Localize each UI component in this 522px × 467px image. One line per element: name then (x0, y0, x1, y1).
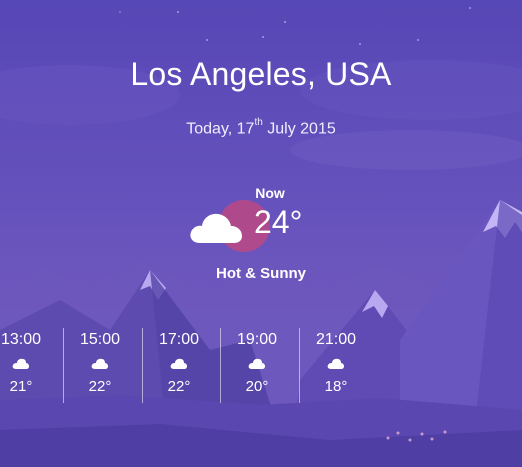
date-prefix: Today, 17 (186, 120, 255, 138)
hourly-temp: 21° (9, 378, 33, 395)
now-label: Now (255, 185, 285, 201)
hourly-time: 13:00 (0, 331, 42, 348)
cloud-icon (170, 358, 187, 369)
hourly-item: 21:00 18° (297, 328, 375, 395)
weather-widget: Los Angeles, USA Today, 17th July 2015 N… (0, 0, 522, 467)
date-line: Today, 17th July 2015 (0, 117, 522, 138)
hourly-item: 13:00 21° (0, 328, 60, 395)
cloud-icon (248, 358, 265, 369)
current-temperature: 24° (254, 204, 303, 240)
cloud-icon (327, 358, 344, 369)
cloud-icon (190, 213, 242, 243)
hourly-item: 17:00 22° (140, 328, 218, 395)
hourly-item: 19:00 20° (218, 328, 296, 395)
hourly-time: 19:00 (236, 331, 278, 348)
date-ordinal: th (254, 117, 263, 128)
hourly-temp: 22° (88, 378, 112, 395)
condition-text: Hot & Sunny (216, 265, 306, 282)
hourly-temp: 18° (324, 378, 348, 395)
hourly-temp: 22° (167, 378, 191, 395)
hourly-temp: 20° (245, 378, 269, 395)
hourly-time: 15:00 (79, 331, 121, 348)
city-title: Los Angeles, USA (130, 56, 392, 92)
cloud-icon (12, 358, 29, 369)
date-rest: July 2015 (262, 120, 336, 138)
cloud-icon (91, 358, 108, 369)
hourly-time: 21:00 (315, 331, 357, 348)
hourly-time: 17:00 (158, 331, 200, 348)
hourly-item: 15:00 22° (61, 328, 139, 395)
